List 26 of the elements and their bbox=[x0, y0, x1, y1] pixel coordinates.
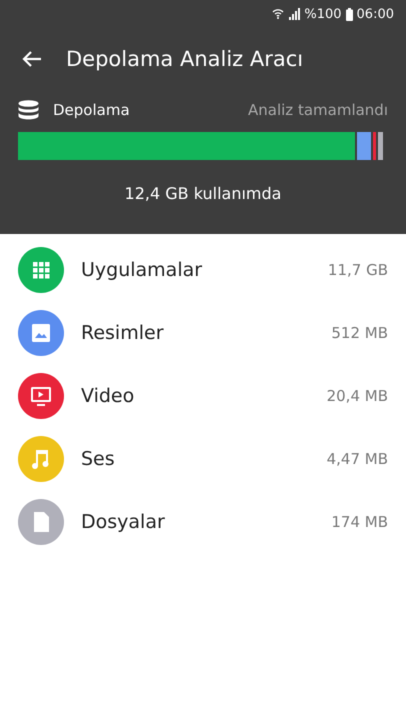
category-name: Ses bbox=[81, 448, 115, 470]
category-name: Dosyalar bbox=[81, 510, 165, 532]
category-name: Video bbox=[81, 384, 134, 406]
database-icon bbox=[18, 100, 39, 120]
analysis-status: Analiz tamamlandı bbox=[248, 101, 388, 119]
category-row[interactable]: Video 20,4 MB bbox=[0, 364, 406, 427]
screen-title: Depolama Analiz Aracı bbox=[66, 47, 304, 71]
category-row[interactable]: Dosyalar 174 MB bbox=[0, 490, 406, 553]
usage-summary: 12,4 GB kullanımda bbox=[124, 184, 282, 203]
wifi-icon bbox=[272, 8, 284, 20]
clock: 06:00 bbox=[356, 6, 394, 22]
category-size: 20,4 MB bbox=[326, 386, 388, 404]
category-row[interactable]: Ses 4,47 MB bbox=[0, 427, 406, 490]
category-size: 11,7 GB bbox=[328, 260, 388, 278]
category-row[interactable]: Uygulamalar 11,7 GB bbox=[0, 238, 406, 301]
category-size: 174 MB bbox=[331, 512, 388, 530]
storage-label: Depolama bbox=[53, 101, 130, 119]
category-size: 512 MB bbox=[331, 324, 388, 342]
category-row[interactable]: Resimler 512 MB bbox=[0, 301, 406, 364]
category-name: Uygulamalar bbox=[81, 258, 202, 280]
category-name: Resimler bbox=[81, 322, 164, 344]
back-arrow-icon[interactable] bbox=[22, 50, 42, 68]
category-size: 4,47 MB bbox=[326, 450, 388, 468]
battery-percent: %100 bbox=[304, 6, 342, 22]
battery-icon bbox=[346, 8, 353, 20]
signal-icon bbox=[288, 8, 300, 20]
